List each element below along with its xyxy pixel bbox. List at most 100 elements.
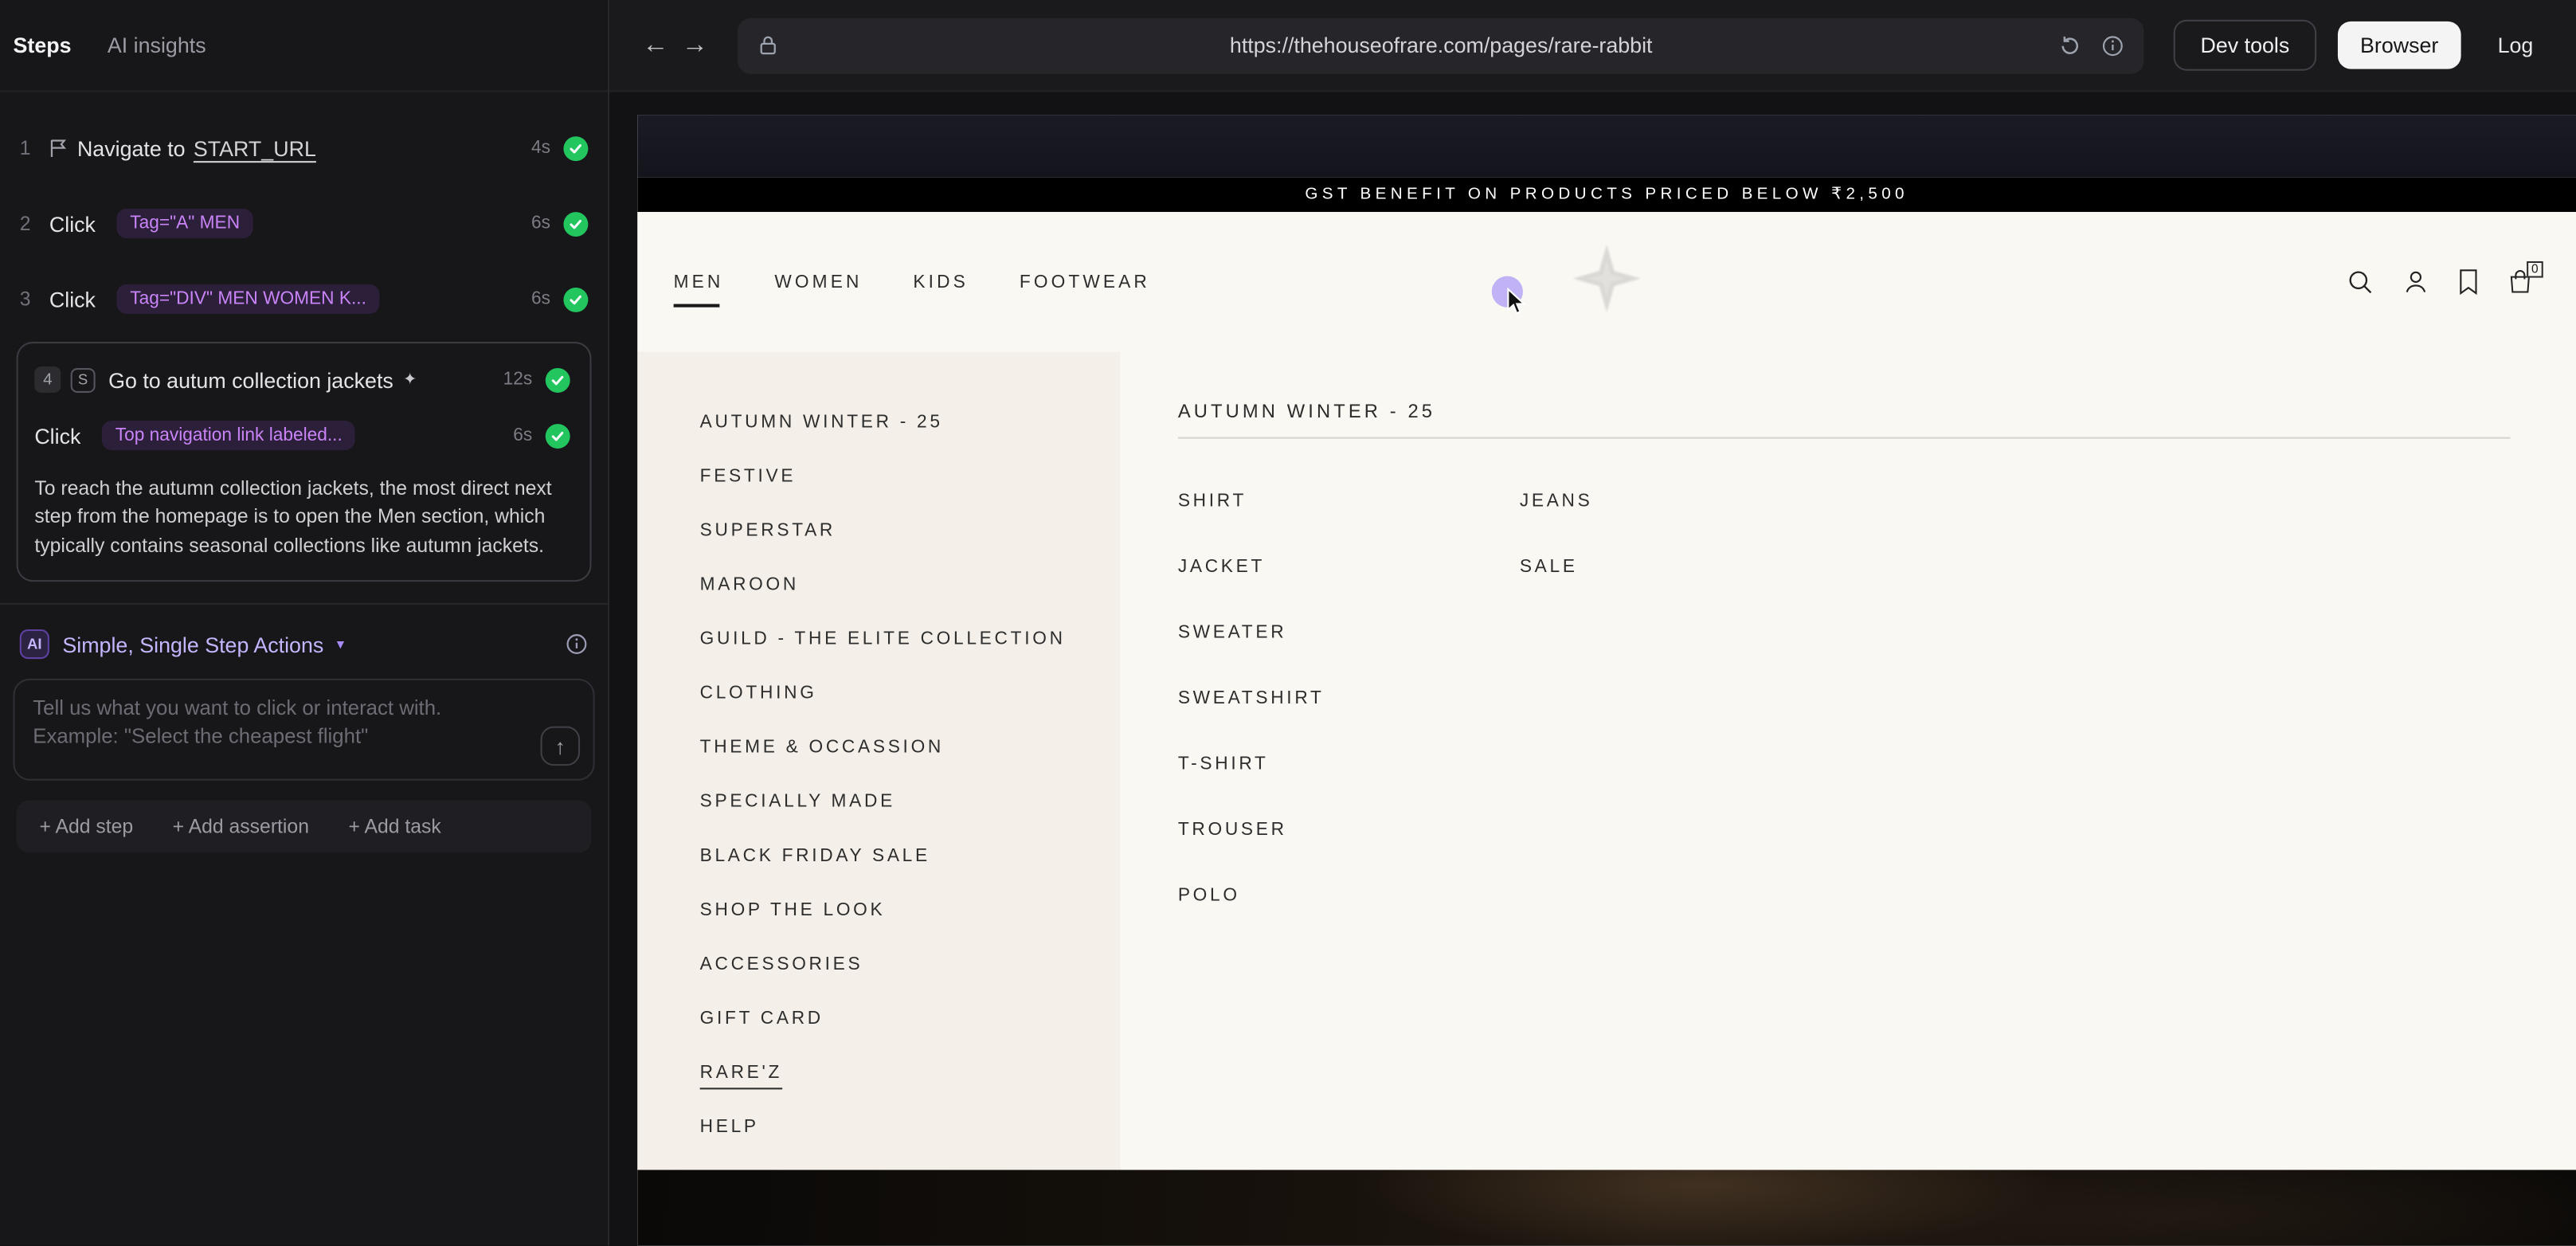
selector-badge: Tag="DIV" MEN WOMEN K... (117, 284, 380, 314)
wishlist-icon[interactable] (2458, 268, 2480, 296)
add-task-button[interactable]: + Add task (348, 815, 440, 838)
menu-item[interactable]: RARE'Z (700, 1047, 1121, 1101)
success-check-icon (563, 287, 588, 312)
menu-item[interactable]: CLOTHING (700, 667, 1121, 721)
step-duration: 4s (531, 138, 550, 158)
tab-browser[interactable]: Browser (2337, 22, 2461, 69)
step-duration: 6s (531, 289, 550, 309)
task-title: Go to autum collection jackets (108, 367, 393, 392)
menu-item[interactable]: AUTUMN WINTER - 25 (700, 396, 1121, 450)
step-action-label: Click (34, 423, 80, 448)
hero-image (637, 1170, 2576, 1246)
success-check-icon (546, 367, 570, 392)
selector-badge: Top navigation link labeled... (102, 421, 355, 450)
step-number: 3 (20, 288, 43, 311)
url-bar[interactable]: https://thehouseofrare.com/pages/rare-ra… (738, 18, 2144, 73)
task-substep[interactable]: Click Top navigation link labeled... 6s (34, 413, 570, 459)
nav-item-kids[interactable]: KIDS (913, 272, 968, 292)
success-check-icon (546, 423, 570, 448)
menu-item[interactable]: MAROON (700, 558, 1121, 613)
mega-panel-column-1: SHIRT JACKET SWEATER SWEATSHIRT T-SHIRT … (1178, 468, 1520, 929)
menu-item[interactable]: SWEATSHIRT (1178, 665, 1520, 731)
menu-item[interactable]: HELP (700, 1101, 1121, 1155)
menu-item[interactable]: SUPERSTAR (700, 504, 1121, 558)
dev-tools-button[interactable]: Dev tools (2175, 20, 2316, 71)
site-navbar: MEN WOMEN KIDS FOOTWEAR (637, 212, 2576, 351)
step-actions-bar: + Add step + Add assertion + Add task (17, 801, 592, 853)
menu-item[interactable]: SALE (1520, 534, 1862, 600)
menu-item[interactable]: GIFT CARD (700, 993, 1121, 1047)
menu-item[interactable]: ACCESSORIES (700, 938, 1121, 993)
steps-sidebar: Steps AI insights 1 Navigate to START_UR… (0, 0, 609, 1245)
step-action-label: Navigate to (77, 135, 186, 160)
app-root: Steps AI insights 1 Navigate to START_UR… (0, 0, 2576, 1245)
chevron-down-icon[interactable]: ▾ (337, 636, 344, 654)
step-action-label: Click (49, 211, 96, 236)
tab-steps[interactable]: Steps (14, 33, 72, 57)
add-step-button[interactable]: + Add step (40, 815, 134, 838)
start-url-link[interactable]: START_URL (194, 135, 316, 160)
sparkle-icon: ✦ (403, 370, 417, 389)
brand-logo[interactable] (1569, 240, 1645, 323)
step-row-3[interactable]: 3 Click Tag="DIV" MEN WOMEN K... 6s (14, 266, 595, 332)
ai-prompt-box: ↑ (14, 679, 595, 781)
ai-logo-icon: AI (20, 629, 49, 659)
menu-item[interactable]: JEANS (1520, 468, 1862, 535)
step-duration: 6s (513, 425, 532, 445)
search-icon[interactable] (2346, 268, 2374, 296)
step-number: 1 (20, 136, 43, 159)
menu-item[interactable]: SWEATER (1178, 600, 1520, 666)
menu-item[interactable]: FESTIVE (700, 450, 1121, 504)
mega-menu-panel: AUTUMN WINTER - 25 SHIRT JACKET SWEATER … (1121, 351, 2576, 1170)
mega-menu-categories: AUTUMN WINTER - 25 FESTIVE SUPERSTAR MAR… (637, 351, 1120, 1170)
add-assertion-button[interactable]: + Add assertion (173, 815, 309, 838)
cart-count-badge: 0 (2527, 261, 2543, 278)
ai-prompt-input[interactable] (15, 680, 593, 779)
task-description: To reach the autumn collection jackets, … (34, 475, 570, 561)
success-check-icon (563, 135, 588, 160)
nav-item-men[interactable]: MEN (674, 272, 724, 292)
menu-item[interactable]: BLACK FRIDAY SALE (700, 830, 1121, 884)
menu-item[interactable]: GUILD - THE ELITE COLLECTION (700, 613, 1121, 667)
step-action-label: Click (49, 287, 96, 312)
account-icon[interactable] (2402, 268, 2429, 296)
browser-viewport: GST BENEFIT ON PRODUCTS PRICED BELOW ₹2,… (609, 92, 2576, 1246)
step-duration: 6s (531, 214, 550, 233)
step-row-1[interactable]: 1 Navigate to START_URL 4s (14, 115, 595, 181)
menu-item[interactable]: THEME & OCCASSION (700, 721, 1121, 775)
page-info-icon[interactable] (2102, 33, 2125, 57)
nav-item-footwear[interactable]: FOOTWEAR (1020, 272, 1150, 292)
tab-log[interactable]: Log (2475, 22, 2557, 69)
menu-item[interactable]: T-SHIRT (1178, 731, 1520, 797)
reload-icon[interactable] (2059, 33, 2082, 57)
mega-menu: AUTUMN WINTER - 25 FESTIVE SUPERSTAR MAR… (637, 351, 2576, 1170)
url-text: https://thehouseofrare.com/pages/rare-ra… (1230, 33, 1653, 57)
ai-mode-selector[interactable]: Simple, Single Step Actions (62, 632, 323, 656)
menu-item[interactable]: JACKET (1178, 534, 1520, 600)
back-button[interactable]: ← (636, 30, 675, 60)
cart-icon[interactable]: 0 (2507, 268, 2533, 296)
tab-ai-insights[interactable]: AI insights (108, 33, 206, 57)
ai-mode-row: AI Simple, Single Step Actions ▾ (14, 621, 595, 668)
menu-item[interactable]: SHIRT (1178, 468, 1520, 535)
send-button[interactable]: ↑ (541, 727, 581, 766)
sidebar-tabs: Steps AI insights (0, 0, 608, 92)
step-row-2[interactable]: 2 Click Tag="A" MEN 6s (14, 190, 595, 257)
announcement-bar: GST BENEFIT ON PRODUCTS PRICED BELOW ₹2,… (637, 178, 2576, 212)
forward-button[interactable]: → (675, 30, 715, 60)
task-step-4[interactable]: 4 S Go to autum collection jackets ✦ 12s… (17, 342, 592, 582)
subtask-icon: S (71, 367, 96, 392)
nav-item-women[interactable]: WOMEN (774, 272, 862, 292)
menu-item[interactable]: TROUSER (1178, 797, 1520, 863)
mouse-cursor-icon (1505, 288, 1529, 315)
menu-item[interactable]: SPECIALLY MADE (700, 776, 1121, 830)
menu-item[interactable]: SHOP THE LOOK (700, 884, 1121, 938)
info-icon[interactable] (566, 633, 589, 656)
task-header: 4 S Go to autum collection jackets ✦ 12s (34, 360, 570, 400)
nav-icon-group: 0 (2346, 212, 2533, 351)
step-number: 4 (34, 366, 61, 393)
view-switcher: Browser Log (2337, 22, 2556, 69)
menu-item[interactable]: POLO (1178, 863, 1520, 929)
website-page: GST BENEFIT ON PRODUCTS PRICED BELOW ₹2,… (637, 115, 2576, 1245)
site-header-band (637, 115, 2576, 177)
